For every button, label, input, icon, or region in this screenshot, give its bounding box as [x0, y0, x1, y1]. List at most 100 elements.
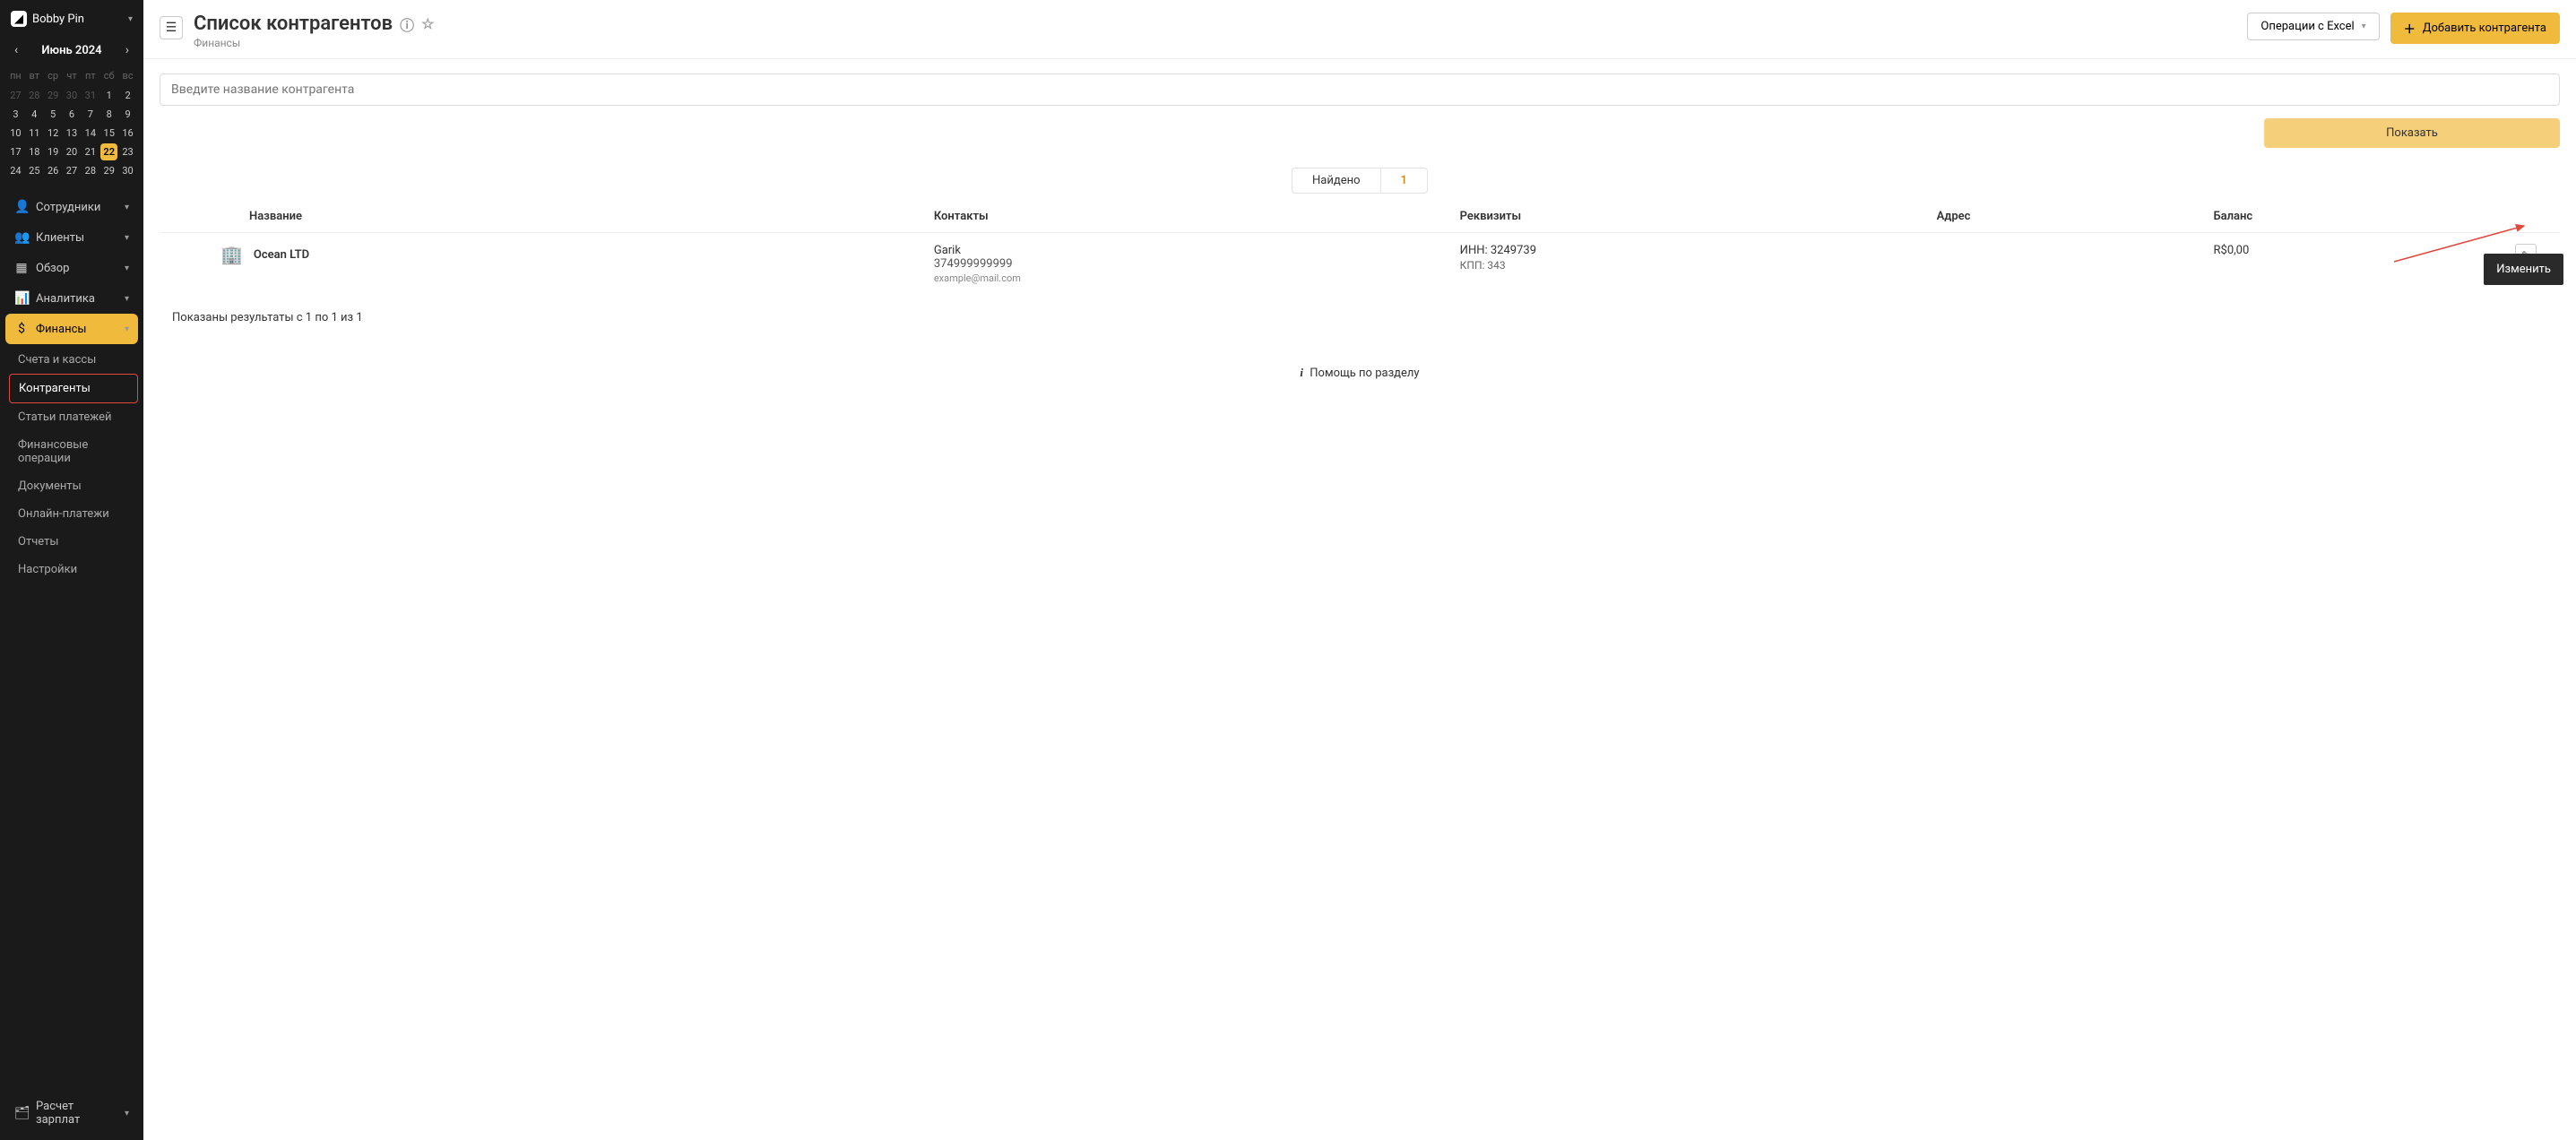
toggle-sidebar-button[interactable]: ☰ — [160, 16, 183, 39]
chevron-down-icon: ▾ — [125, 233, 129, 243]
nav-sub-item[interactable]: Документы — [9, 472, 138, 500]
cal-day[interactable]: 10 — [7, 125, 24, 142]
favorite-icon[interactable]: ☆ — [421, 15, 434, 32]
col-header: Контакты — [921, 201, 1448, 233]
nav-label: Обзор — [36, 262, 69, 275]
cal-day[interactable]: 22 — [100, 143, 117, 160]
cal-next-button[interactable]: › — [122, 41, 133, 59]
cell-balance: R$0,00 — [2201, 233, 2503, 296]
cal-day[interactable]: 31 — [82, 87, 99, 104]
cal-day[interactable]: 20 — [64, 143, 81, 160]
nav-icon: 👤 — [14, 200, 29, 214]
pager-text: Показаны результаты с 1 по 1 из 1 — [160, 295, 2560, 341]
nav-sub-item[interactable]: Финансовые операции — [9, 431, 138, 472]
excel-ops-label: Операции с Excel — [2260, 20, 2354, 33]
nav-label: Аналитика — [36, 292, 95, 306]
cal-day[interactable]: 12 — [45, 125, 62, 142]
brand-logo-icon: ◢ — [11, 11, 27, 27]
add-counterparty-button[interactable]: ＋ Добавить контрагента — [2390, 13, 2560, 44]
cal-day[interactable]: 29 — [100, 162, 117, 179]
cal-dow: чт — [64, 66, 81, 85]
nav-item-0[interactable]: 👤Сотрудники▾ — [5, 192, 138, 222]
cal-day[interactable]: 13 — [64, 125, 81, 142]
cal-day[interactable]: 27 — [7, 87, 24, 104]
cal-day[interactable]: 17 — [7, 143, 24, 160]
cal-day[interactable]: 14 — [82, 125, 99, 142]
info-icon: i — [1300, 366, 1303, 379]
cal-day[interactable]: 25 — [26, 162, 43, 179]
nav-sub-item[interactable]: Статьи платежей — [9, 403, 138, 431]
col-header: Реквизиты — [1448, 201, 1924, 233]
cal-day[interactable]: 26 — [45, 162, 62, 179]
table-row[interactable]: 🏢 Ocean LTD Garik 374999999999 example@m… — [160, 233, 2560, 296]
cal-day[interactable]: 8 — [100, 106, 117, 123]
nav-label: Клиенты — [36, 231, 84, 245]
search-input[interactable] — [160, 73, 2560, 106]
cal-dow: пн — [7, 66, 24, 85]
nav-item-3[interactable]: 📊 Аналитика ▾ — [5, 283, 138, 314]
help-link[interactable]: Помощь по разделу — [1310, 367, 1419, 380]
nav-label: Финансы — [36, 323, 87, 336]
nav-icon: ▦ — [14, 261, 29, 275]
cal-day[interactable]: 1 — [100, 87, 117, 104]
nav-icon: 👥 — [14, 230, 29, 245]
nav-label: Расчет зарплат — [36, 1100, 110, 1127]
cal-day[interactable]: 24 — [7, 162, 24, 179]
cell-inn: ИНН: 3249739 — [1460, 244, 1912, 257]
cal-day[interactable]: 27 — [64, 162, 81, 179]
info-icon[interactable]: ⓘ — [400, 13, 414, 35]
cal-dow: ср — [45, 66, 62, 85]
cal-day[interactable]: 7 — [82, 106, 99, 123]
brand-switcher[interactable]: ◢ Bobby Pin ▾ — [5, 5, 138, 32]
excel-ops-button[interactable]: Операции с Excel ▾ — [2247, 13, 2379, 40]
nav-sub-item[interactable]: Отчеты — [9, 528, 138, 556]
cal-day[interactable]: 30 — [119, 162, 136, 179]
cal-day[interactable]: 28 — [82, 162, 99, 179]
cal-prev-button[interactable]: ‹ — [11, 41, 22, 59]
cal-day[interactable]: 4 — [26, 106, 43, 123]
nav-icon: 📊 — [14, 291, 29, 306]
nav-sub-item[interactable]: Контрагенты — [9, 374, 138, 403]
show-button[interactable]: Показать — [2264, 118, 2560, 148]
found-count: 1 — [1380, 168, 1428, 194]
chevron-down-icon: ▾ — [125, 324, 129, 334]
chevron-down-icon: ▾ — [2362, 22, 2366, 31]
chevron-down-icon: ▾ — [125, 263, 129, 273]
cal-day[interactable]: 11 — [26, 125, 43, 142]
chevron-down-icon: ▾ — [128, 14, 133, 24]
chevron-down-icon: ▾ — [125, 1109, 129, 1118]
nav-sub-item[interactable]: Настройки — [9, 556, 138, 583]
cal-day[interactable]: 30 — [64, 87, 81, 104]
cal-dow: пт — [82, 66, 99, 85]
col-header: Адрес — [1924, 201, 2201, 233]
cal-day[interactable]: 5 — [45, 106, 62, 123]
cal-day[interactable]: 3 — [7, 106, 24, 123]
nav-item-4[interactable]: $Финансы▾ — [5, 314, 138, 344]
cal-day[interactable]: 9 — [119, 106, 136, 123]
nav-sub-item[interactable]: Онлайн-платежи — [9, 500, 138, 528]
cal-day[interactable]: 15 — [100, 125, 117, 142]
cell-contact-name: Garik — [934, 244, 1435, 257]
add-counterparty-label: Добавить контрагента — [2423, 22, 2546, 35]
cal-day[interactable]: 2 — [119, 87, 136, 104]
cal-day[interactable]: 6 — [64, 106, 81, 123]
cal-day[interactable]: 28 — [26, 87, 43, 104]
cal-day[interactable]: 23 — [119, 143, 136, 160]
nav-item-payroll[interactable]: 🗂 Расчет зарплат ▾ — [5, 1092, 138, 1135]
cal-day[interactable]: 21 — [82, 143, 99, 160]
page-title: Список контрагентов — [194, 13, 393, 35]
chevron-down-icon: ▾ — [125, 294, 129, 304]
cal-day[interactable]: 18 — [26, 143, 43, 160]
cal-day[interactable]: 16 — [119, 125, 136, 142]
cal-day[interactable]: 19 — [45, 143, 62, 160]
nav-sub-item[interactable]: Счета и кассы — [9, 346, 138, 374]
col-header: Название — [160, 201, 921, 233]
cell-contact-phone: 374999999999 — [934, 257, 1435, 271]
col-header: Баланс — [2201, 201, 2503, 233]
cal-dow: сб — [100, 66, 117, 85]
nav-icon: 🗂 — [14, 1106, 29, 1120]
nav-item-2[interactable]: ▦ Обзор ▾ — [5, 253, 138, 283]
cal-day[interactable]: 29 — [45, 87, 62, 104]
cell-kpp: КПП: 343 — [1460, 259, 1912, 272]
nav-item-1[interactable]: 👥 Клиенты ▾ — [5, 222, 138, 253]
